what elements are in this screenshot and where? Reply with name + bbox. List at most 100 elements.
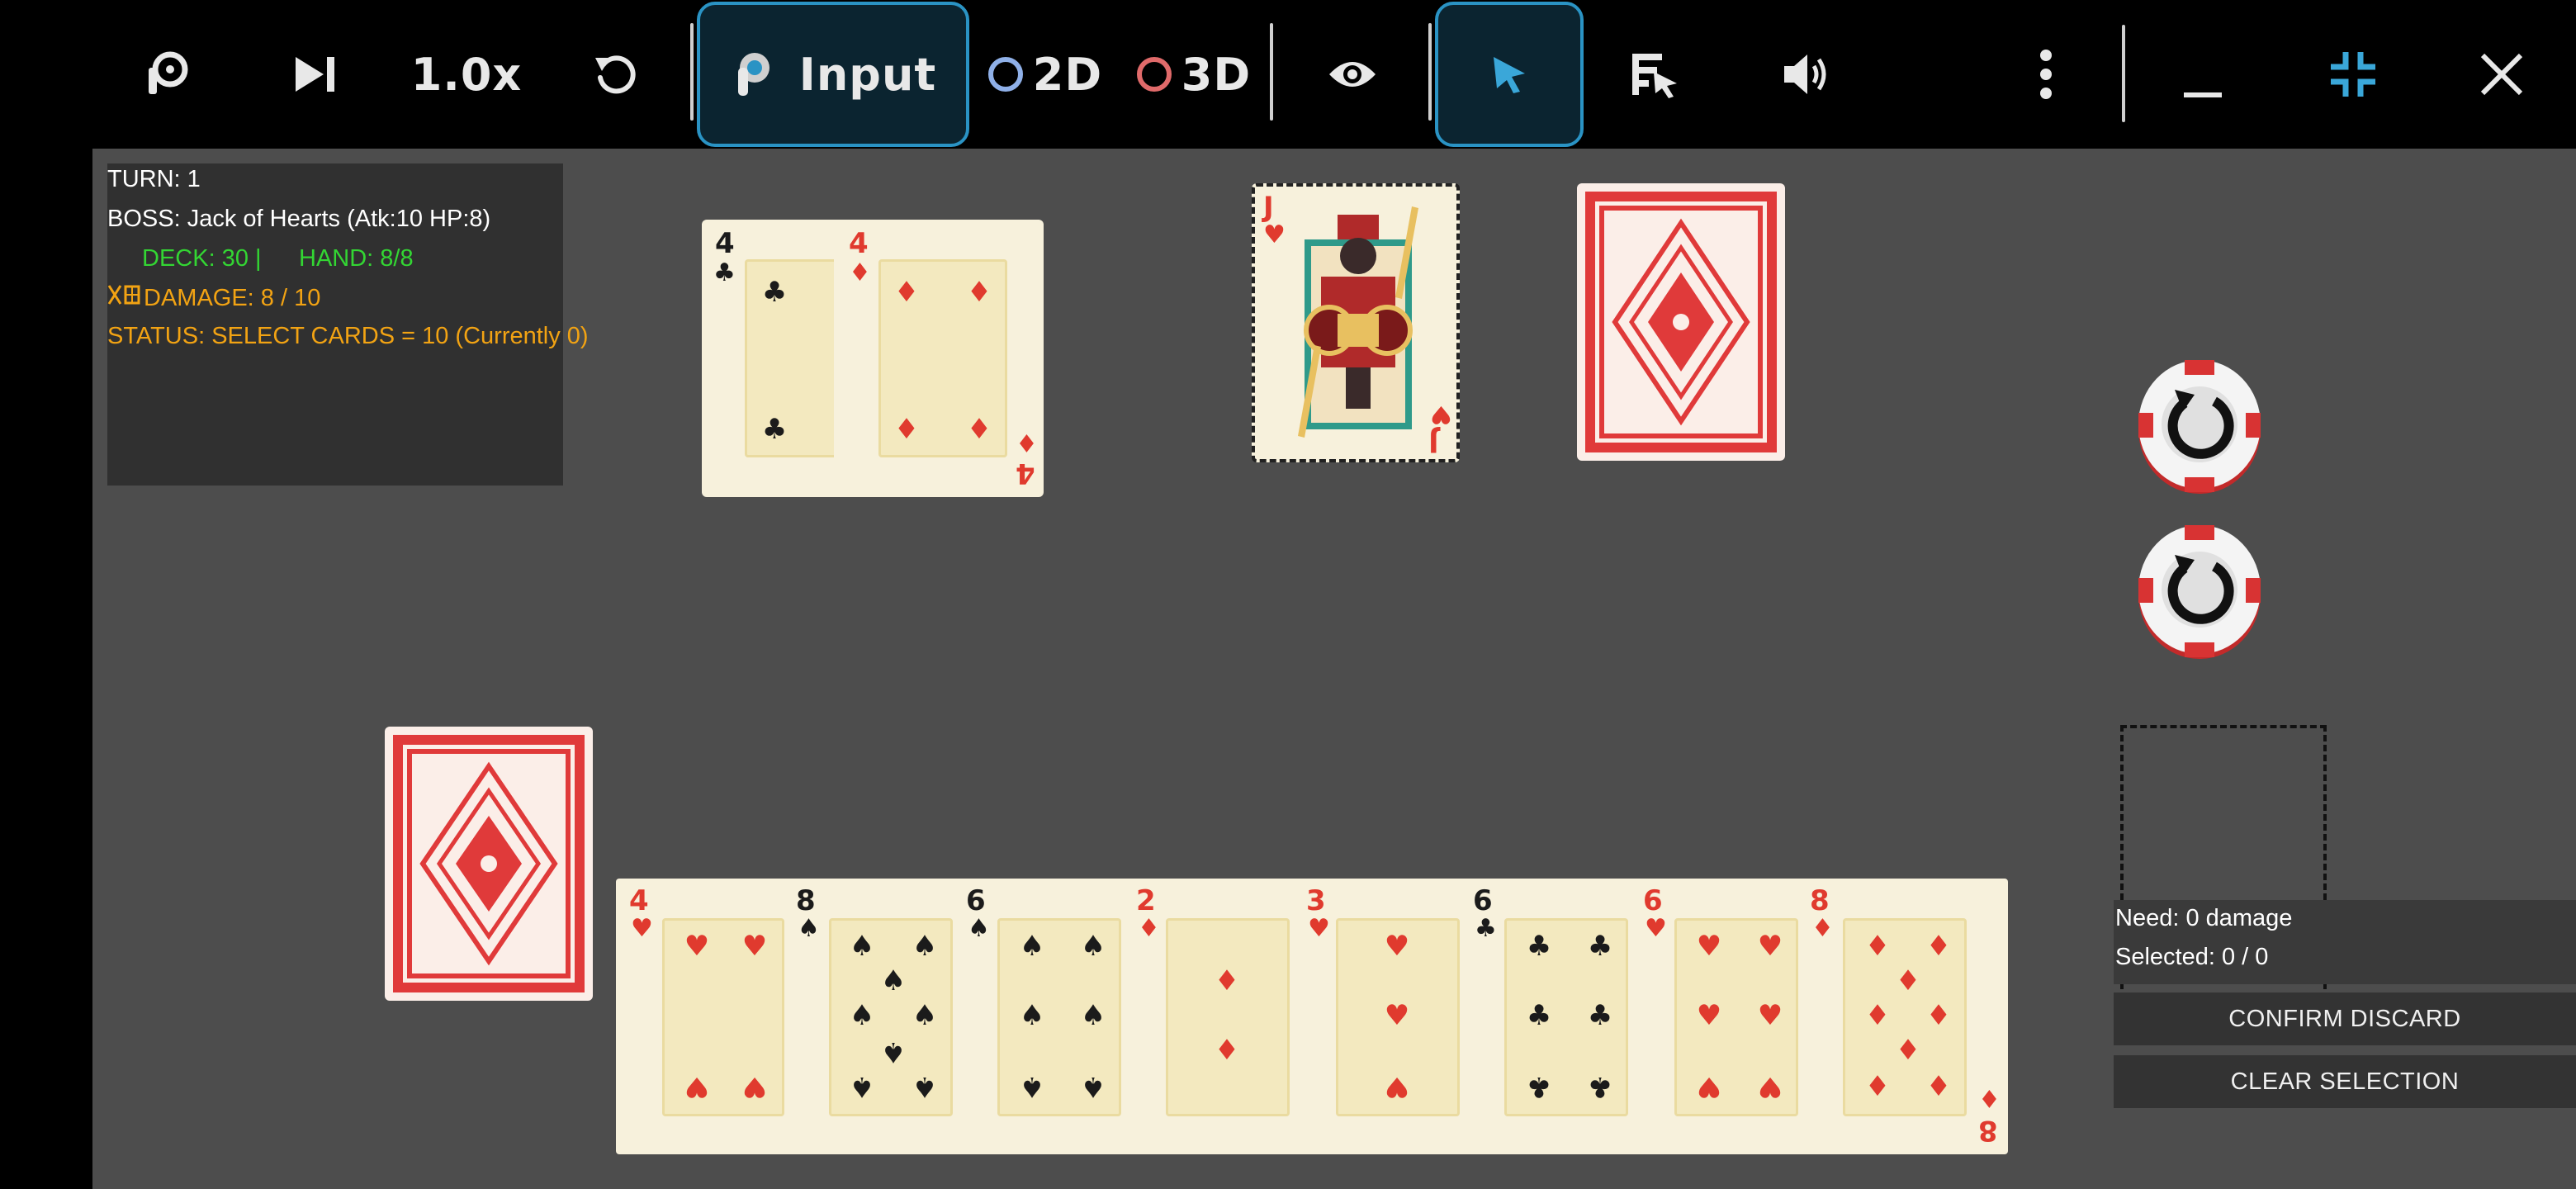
hand-card[interactable]: 8 ♦ ♦ ♦ ♦ ♦ ♦ ♦ ♦ ♦ ♦ 8 [1808,879,2006,1154]
mode-3d-button[interactable]: 3D [1136,0,1252,149]
heart-icon: ♥ [1696,999,1722,1032]
heart-icon: ♥ [684,1070,710,1103]
diamond-icon: ♦ [1978,1083,2001,1112]
turn-text: TURN: 1 [107,166,201,192]
hand-card[interactable]: 6 ♠ ♠ ♠ ♠ ♠ ♠ ♠ [964,879,1129,1154]
close-icon[interactable] [2469,0,2535,149]
card-rank: 6 [966,884,986,917]
castle-deck[interactable] [1577,183,1785,461]
diamond-icon: ♦ [1895,964,1921,997]
card-rank: J [1263,191,1274,224]
pointer-button[interactable] [1435,2,1584,147]
script-cursor-icon[interactable] [1622,0,1688,149]
volume-icon[interactable] [1773,0,1840,149]
boss-card[interactable]: J ♥ ♥ J [1252,183,1460,462]
spade-icon: ♠ [912,1070,938,1103]
heart-icon: ♥ [631,914,653,943]
pip-frame [1166,918,1290,1116]
more-vert-icon[interactable] [2013,0,2079,149]
card-rank: 4 [629,884,649,917]
spade-icon: ♠ [1080,930,1106,963]
heart-icon: ♥ [1384,930,1410,963]
card-rank: 6 [1643,884,1663,917]
spade-icon: ♠ [798,914,820,943]
card-rank: 4 [1016,457,1035,490]
hand-card[interactable]: 6 ♣ ♣ ♣ ♣ ♣ ♣ ♣ [1471,879,1636,1154]
spade-icon: ♠ [1019,930,1045,963]
deck-count: DECK: 30 | [142,245,262,272]
diamond-icon: ♦ [1925,999,1952,1032]
club-icon: ♣ [713,258,736,287]
hand-card[interactable]: 6 ♥ ♥ ♥ ♥ ♥ ♥ ♥ [1640,879,1805,1154]
diamond-icon: ♦ [893,413,920,446]
heart-icon: ♥ [1757,999,1783,1032]
spade-icon: ♠ [912,999,938,1032]
heart-icon: ♥ [1263,220,1286,249]
club-icon: ♣ [1587,999,1613,1032]
input-button[interactable]: Input [697,2,969,147]
minimize-icon[interactable] [2170,0,2236,149]
card-back-pattern-icon [393,735,585,992]
spade-icon: ♠ [849,1070,875,1103]
hand-card[interactable]: 2 ♦ ♦ ♦ [1133,879,1298,1154]
jack-portrait-icon [1298,206,1418,438]
pointer-icon [1489,54,1530,95]
restart-icon[interactable] [582,0,648,149]
club-icon: ♣ [1587,1070,1613,1103]
card-rank: 3 [1306,884,1326,917]
heart-icon: ♥ [1757,930,1783,963]
card-back-pattern-icon [1585,192,1777,452]
jester-token-1[interactable] [2135,353,2264,495]
selected-count-text: Selected: 0 / 0 [2115,944,2269,970]
swords-icon [107,284,144,312]
diamond-icon: ♦ [1895,1034,1921,1067]
spade-icon: ♠ [1080,1070,1106,1103]
diamond-icon: ♦ [1925,930,1952,963]
paw-cursor-icon[interactable] [132,0,198,149]
toolbar-divider [2122,25,2125,122]
diamond-icon: ♦ [893,276,920,309]
diamond-icon: ♦ [1811,914,1834,943]
chip-icon [2138,360,2261,494]
spade-icon: ♠ [1080,999,1106,1032]
club-icon: ♣ [761,276,788,309]
mode-2d-button[interactable]: 2D [987,0,1103,149]
spade-icon: ♠ [849,930,875,963]
diamond-icon: ♦ [1016,428,1038,457]
speed-button[interactable]: 1.0x [410,0,523,149]
club-icon: ♣ [1526,999,1552,1032]
ring-2d-icon [987,57,1023,92]
confirm-discard-button[interactable]: CONFIRM DISCARD [2114,992,2576,1045]
toolbar-divider [1270,23,1273,121]
damage-text: DAMAGE: 8 / 10 [144,285,321,311]
diamond-icon: ♦ [966,413,992,446]
emulator-toolbar: 1.0x Input 2D 3D [0,0,2576,149]
clear-selection-button[interactable]: CLEAR SELECTION [2114,1055,2576,1108]
diamond-icon: ♦ [1864,1070,1891,1103]
mode-3d-label: 3D [1181,48,1252,101]
speed-label: 1.0x [410,48,523,101]
heart-icon: ♥ [684,930,710,963]
collapse-icon[interactable] [2320,0,2386,149]
card-rank: 2 [1136,884,1156,917]
diamond-icon: ♦ [1925,1070,1952,1103]
diamond-icon: ♦ [1864,930,1891,963]
hand-card[interactable]: 3 ♥ ♥ ♥ ♥ [1303,879,1468,1154]
card-rank: J [1428,425,1439,458]
jester-token-2[interactable] [2135,519,2264,661]
diamond-icon: ♦ [1214,964,1240,997]
heart-icon: ♥ [1308,914,1330,943]
heart-icon: ♥ [1430,400,1452,429]
hand-card[interactable]: 4 ♥ ♥ ♥ ♥ ♥ [626,879,791,1154]
spade-icon: ♠ [912,930,938,963]
spade-icon: ♠ [849,999,875,1032]
spade-icon: ♠ [968,914,990,943]
diamond-icon: ♦ [1214,1034,1240,1067]
eye-icon[interactable] [1319,0,1385,149]
tavern-deck[interactable] [385,727,593,1001]
info-panel: TURN: 1 BOSS: Jack of Hearts (Atk:10 HP:… [107,163,589,486]
diamond-icon: ♦ [849,258,871,287]
heart-icon: ♥ [741,1070,768,1103]
skip-forward-icon[interactable] [282,0,348,149]
hand-card[interactable]: 8 ♠ ♠ ♠ ♠ ♠ ♠ ♠ ♠ ♠ [794,879,959,1154]
